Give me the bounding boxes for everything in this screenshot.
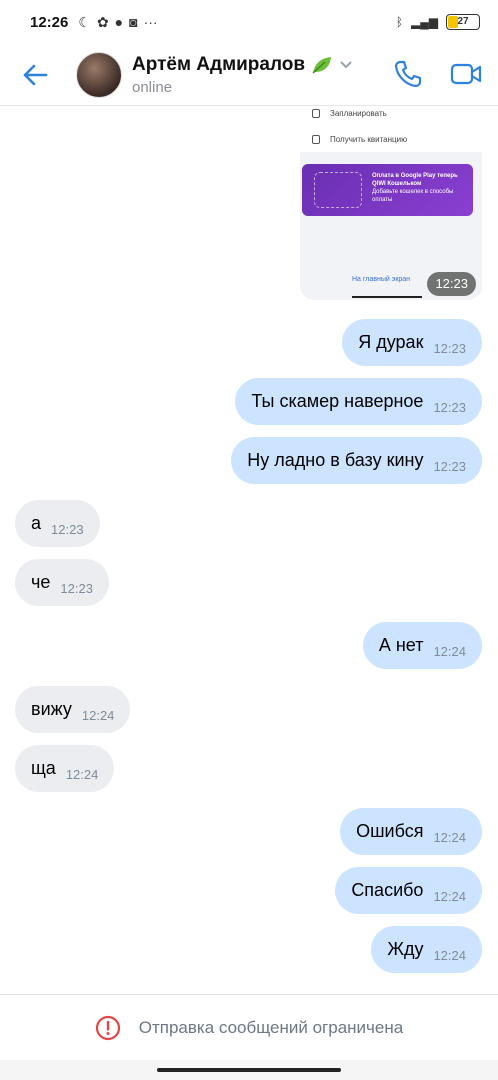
image-row-text: Запланировать (330, 108, 387, 118)
image-promo-card: Оплата в Google Play теперь QIWI Кошельк… (302, 164, 473, 216)
image-row-receipt: Получить квитанцию (300, 126, 482, 152)
avatar[interactable] (76, 51, 122, 98)
back-button[interactable] (4, 49, 66, 101)
image-divider (352, 296, 422, 298)
message-bubble[interactable]: Ты скамер наверное 12:23 (235, 378, 482, 425)
status-time: 12:26 (30, 13, 69, 31)
call-button[interactable] (388, 54, 428, 94)
message-time: 12:24 (433, 830, 466, 845)
chevron-down-icon[interactable] (339, 60, 353, 70)
arrow-left-icon (23, 64, 48, 85)
system-icons: ᛒ ▂▄▆ 27 (396, 14, 480, 30)
promo-text: Добавьте кошелек в способы оплаты (372, 189, 454, 203)
receipt-icon (312, 134, 320, 144)
video-call-button[interactable] (446, 54, 486, 94)
video-camera-icon (450, 63, 482, 85)
message-bubble[interactable]: Жду 12:24 (371, 926, 482, 973)
restriction-text: Отправка сообщений ограничена (138, 1017, 404, 1037)
message-bubble[interactable]: Спасибо 12:24 (335, 867, 482, 914)
more-icon: ··· (143, 14, 158, 30)
battery-percent: 27 (457, 16, 469, 27)
message-bubble[interactable]: ща 12:24 (15, 745, 115, 792)
message-time: 12:23 (427, 272, 476, 296)
message-bubble[interactable]: Ну ладно в базу кину 12:23 (231, 437, 482, 484)
contact-info[interactable]: Артём Адмиралов online (132, 54, 353, 96)
message-text: Спасибо (351, 880, 424, 900)
message-bubble[interactable]: вижу 12:24 (15, 686, 131, 733)
message-list[interactable]: Запланировать Получить квитанцию Оплата … (0, 106, 498, 994)
message-text: вижу (31, 699, 72, 719)
status-bar: 12:26 ☾ ✿ ● ◙ ··· ᛒ ▂▄▆ 27 (0, 0, 498, 44)
message-bubble[interactable]: А нет 12:24 (362, 622, 482, 669)
message-text: ща (31, 758, 56, 778)
message-text: Я дурак (358, 332, 424, 352)
bluetooth-icon: ᛒ (395, 15, 404, 29)
gamepad-icon (314, 172, 362, 208)
messaging-restricted-bar: Отправка сообщений ограничена (0, 994, 498, 1060)
phone-icon (394, 60, 422, 88)
image-message[interactable]: Запланировать Получить квитанцию Оплата … (300, 106, 482, 300)
message-text: а (31, 513, 42, 533)
message-time: 12:23 (60, 581, 93, 596)
leaf-icon (312, 56, 332, 74)
message-time: 12:23 (433, 459, 466, 474)
message-time: 12:24 (433, 889, 466, 904)
image-row-text: Получить квитанцию (330, 134, 408, 144)
promo-title: Оплата в Google Play теперь QIWI Кошельк… (372, 173, 458, 187)
discord-icon: ◙ (129, 14, 138, 30)
navigation-bar (0, 1060, 498, 1080)
message-bubble[interactable]: Ошибся 12:24 (340, 808, 482, 855)
contact-status: online (132, 78, 173, 96)
message-text: Ты скамер наверное (251, 391, 424, 411)
message-time: 12:24 (65, 767, 99, 782)
message-time: 12:24 (433, 948, 466, 963)
image-row-schedule: Запланировать (300, 106, 482, 126)
message-text: че (31, 572, 51, 592)
message-text: Ошибся (356, 821, 424, 841)
battery-icon: 27 (446, 14, 480, 30)
message-time: 12:24 (433, 644, 466, 659)
message-bubble[interactable]: Я дурак 12:23 (342, 319, 482, 366)
message-text: Ну ладно в базу кину (247, 450, 424, 470)
signal-icon: ▂▄▆ (411, 15, 438, 29)
message-text: А нет (378, 635, 424, 655)
message-bubble[interactable]: че 12:23 (15, 559, 109, 606)
message-bubble[interactable]: а 12:23 (15, 500, 100, 547)
message-time: 12:23 (433, 400, 466, 415)
message-time: 12:24 (81, 708, 115, 723)
message-time: 12:23 (433, 341, 466, 356)
app-icon: ✿ (96, 13, 109, 30)
chat-header: Артём Адмиралов online (0, 44, 498, 106)
image-home-link: На главный экран (352, 276, 411, 283)
notification-icons: ☾ ✿ ● ◙ ··· (78, 14, 157, 31)
clock-icon (312, 108, 320, 118)
home-gesture-handle[interactable] (157, 1068, 341, 1072)
warning-icon (95, 1015, 120, 1040)
moon-icon: ☾ (78, 13, 91, 30)
message-text: Жду (387, 939, 424, 959)
message-time: 12:23 (51, 522, 84, 537)
contact-name: Артём Адмиралов (132, 53, 306, 75)
chat-icon: ● (114, 14, 124, 30)
